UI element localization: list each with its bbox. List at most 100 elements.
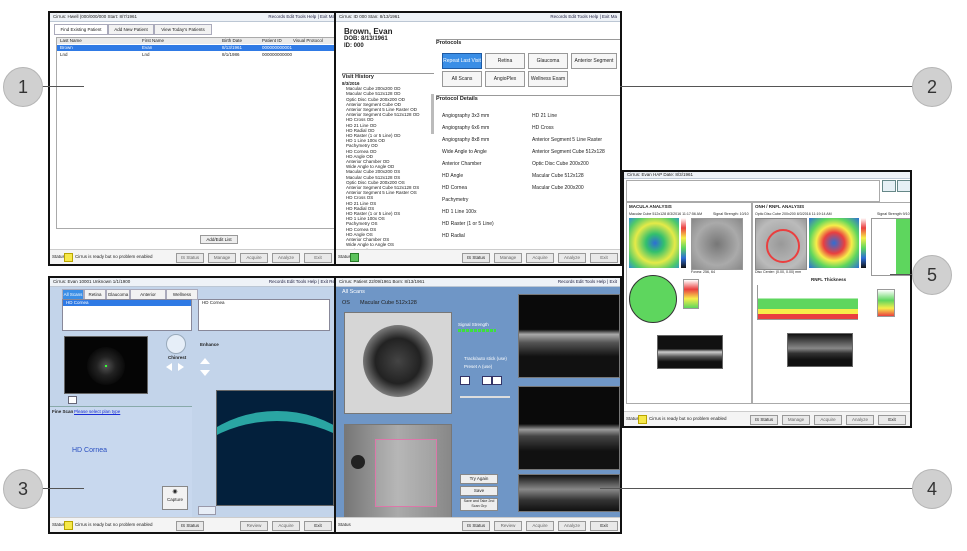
exit-button[interactable]: Exit bbox=[590, 253, 618, 263]
camera-settings-icon[interactable] bbox=[68, 396, 77, 404]
save-button[interactable]: Save bbox=[460, 486, 498, 496]
scan-area-box[interactable] bbox=[375, 439, 437, 507]
protocol-details: Protocol Details bbox=[436, 95, 620, 103]
menu-bar[interactable]: Records Edit Tools Help | Exit Ma bbox=[550, 14, 617, 20]
enhance-label: Enhance bbox=[200, 342, 219, 347]
all-scans-button[interactable]: All Scans bbox=[442, 71, 482, 87]
exit-button[interactable]: Exit bbox=[304, 253, 332, 263]
arrow-up-icon[interactable] bbox=[200, 358, 210, 364]
table-row-selected[interactable]: Brown Evan 8/13/1961 000000000001 bbox=[57, 45, 335, 51]
table-header: Last Name First Name Birth Date Patient … bbox=[57, 38, 335, 44]
callout-leader-4 bbox=[600, 488, 915, 489]
glaucoma-button[interactable]: Glaucoma bbox=[528, 53, 568, 69]
wellness-exam-button[interactable]: Wellness Exam bbox=[528, 71, 568, 87]
focus-slider[interactable] bbox=[460, 396, 510, 398]
capture-button[interactable]: ◉ Capture bbox=[162, 486, 188, 510]
tab-add-new[interactable]: Add New Patient bbox=[108, 24, 154, 35]
tab-find-existing[interactable]: Find Existing Patient bbox=[54, 24, 108, 35]
protocol-detail-item: HD Cross bbox=[532, 125, 554, 131]
status-indicator-icon bbox=[350, 253, 359, 262]
visit-history: Visit History 8/3/2016 Macular Cube 200x… bbox=[342, 73, 434, 253]
patient-table: Last Name First Name Birth Date Patient … bbox=[56, 37, 336, 229]
review-button[interactable]: Review bbox=[494, 521, 522, 531]
plan-type-link[interactable]: Please select plan type bbox=[74, 409, 120, 415]
bscan-bottom bbox=[518, 474, 620, 512]
exit-button[interactable]: Exit bbox=[878, 415, 906, 425]
manage-button[interactable]: Manage bbox=[208, 253, 236, 263]
analyze-button[interactable]: Analyze bbox=[558, 253, 586, 263]
save-and-take-label: Save and Take 2nd Scan Grp bbox=[463, 499, 495, 508]
print-icon[interactable] bbox=[882, 180, 896, 192]
acquire-button[interactable]: Acquire bbox=[814, 415, 842, 425]
arrow-left-icon[interactable] bbox=[482, 376, 492, 385]
column-header[interactable]: Visual Protocol bbox=[293, 38, 323, 44]
panel-acquire-macular: Cirrus: Patient 22/09/1961 Born: 8/13/19… bbox=[334, 276, 622, 534]
arrow-right-icon[interactable] bbox=[492, 376, 502, 385]
visit-scrollbar[interactable] bbox=[431, 94, 434, 134]
menu-bar[interactable]: Records Edit Tools Help | Exit Re bbox=[269, 279, 335, 285]
exit-button[interactable]: Exit bbox=[590, 521, 618, 531]
status-label: Status bbox=[338, 254, 351, 259]
capture-icon: ◉ bbox=[172, 489, 178, 495]
is-status-button[interactable]: IS Status bbox=[750, 415, 778, 425]
warning-icon bbox=[685, 273, 693, 279]
callout-leader-1 bbox=[40, 86, 84, 87]
menu-bar[interactable]: Records Edit Tools Help | Exit Ma bbox=[268, 14, 335, 20]
table-row[interactable]: Lnd Lnd 8/1/1986 000000000000 bbox=[57, 52, 335, 58]
review-button[interactable]: Review bbox=[240, 521, 268, 531]
is-status-button[interactable]: IS Status bbox=[176, 521, 204, 531]
optic-disc bbox=[351, 455, 365, 469]
arrow-left-icon[interactable] bbox=[166, 363, 172, 371]
title-bar: Cirrus: ID 000 Stan: 8/13/1961 Records E… bbox=[336, 13, 620, 22]
tab-todays-patients[interactable]: View Today's Patients bbox=[154, 24, 212, 35]
option-preset[interactable]: Preset A (use) bbox=[464, 364, 492, 370]
acquire-button[interactable]: Acquire bbox=[240, 253, 268, 263]
acquire-button[interactable]: Acquire bbox=[526, 521, 554, 531]
callout-leader-3 bbox=[40, 488, 84, 489]
try-again-button[interactable]: Try Again bbox=[460, 474, 498, 484]
arrow-right-icon[interactable] bbox=[178, 363, 184, 371]
status-indicator-icon bbox=[64, 253, 73, 262]
protocol-detail-item: Anterior Chamber bbox=[442, 161, 482, 167]
retina-button[interactable]: Retina bbox=[485, 53, 525, 69]
is-status-button[interactable]: IS Status bbox=[176, 253, 204, 263]
analyze-button[interactable]: Analyze bbox=[846, 415, 874, 425]
rnfl-legend bbox=[877, 289, 895, 317]
scan-list-item[interactable]: HD Cornea bbox=[63, 300, 191, 306]
acquire-button[interactable]: Acquire bbox=[272, 521, 300, 531]
bscan-middle bbox=[518, 386, 620, 470]
manage-button[interactable]: Manage bbox=[782, 415, 810, 425]
repeat-last-visit-button[interactable]: Repeat Last Visit bbox=[442, 53, 482, 69]
option-track[interactable]: Track/auto stick (use) bbox=[464, 356, 507, 362]
protocol-detail-item: HD Angle bbox=[442, 173, 464, 179]
add-edit-list-button[interactable]: Add/Edit List bbox=[200, 235, 238, 244]
title-bar: Cirrus: Hwell (000/000/000 Start: 8/7/19… bbox=[50, 13, 338, 22]
angioplex-button[interactable]: AngioPlex bbox=[485, 71, 525, 87]
signal-strength-bar bbox=[458, 329, 496, 332]
zoom-controls[interactable] bbox=[198, 506, 216, 515]
save-and-take-button[interactable]: Save and Take 2nd Scan Grp bbox=[460, 498, 498, 511]
onh-signal-strength: Signal Strength 9/10 bbox=[877, 212, 910, 216]
play-icon[interactable] bbox=[460, 376, 470, 385]
arrow-down-icon[interactable] bbox=[200, 370, 210, 376]
analyze-button[interactable]: Analyze bbox=[272, 253, 300, 263]
menu-bar[interactable]: Records Edit Tools Help | Exit bbox=[558, 279, 617, 285]
column-header[interactable]: Birth Date bbox=[222, 38, 242, 44]
column-header[interactable]: Patient ID bbox=[262, 38, 282, 44]
manage-button[interactable]: Manage bbox=[494, 253, 522, 263]
column-header[interactable]: First Name bbox=[142, 38, 164, 44]
exit-button[interactable]: Exit bbox=[304, 521, 332, 531]
macula-signal-strength: Signal Strength: 10/10 bbox=[713, 212, 749, 216]
macula-bscan bbox=[657, 335, 723, 369]
is-status-button[interactable]: IS Status bbox=[462, 253, 490, 263]
column-header[interactable]: Last Name bbox=[60, 38, 82, 44]
analyze-button[interactable]: Analyze bbox=[558, 521, 586, 531]
panel-acquire-anterior: Cirrus: Evan 10001 Unknown 1/1/1900 Reco… bbox=[48, 276, 340, 534]
anterior-scan-image bbox=[216, 390, 334, 506]
chinrest-control-icon[interactable] bbox=[166, 334, 186, 354]
anterior-segment-button[interactable]: Anterior Segment bbox=[571, 53, 617, 69]
iris-camera-view bbox=[64, 336, 148, 394]
refresh-icon[interactable] bbox=[897, 180, 910, 192]
acquire-button[interactable]: Acquire bbox=[526, 253, 554, 263]
is-status-button[interactable]: IS Status bbox=[462, 521, 490, 531]
